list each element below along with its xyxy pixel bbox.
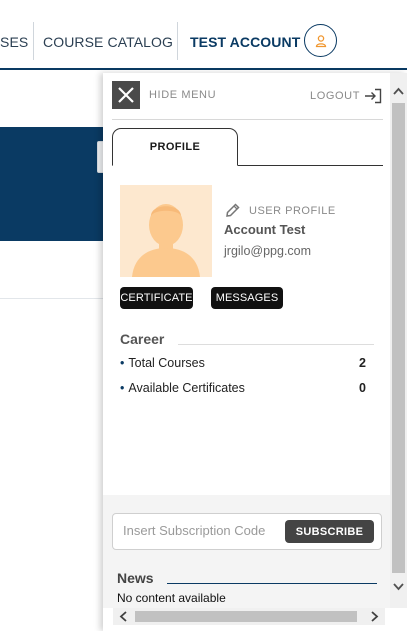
user-menu-panel: HIDE MENU LOGOUT PROFILE USER PROFILE Ac… <box>103 73 407 631</box>
logout-icon <box>365 88 382 104</box>
nav-separator <box>177 22 178 60</box>
bullet: • <box>120 356 125 370</box>
stat-row-total-courses: • Total Courses 2 <box>120 356 366 370</box>
vertical-scrollbar[interactable] <box>390 73 407 608</box>
news-empty-text: No content available <box>117 591 226 605</box>
user-name: Account Test <box>224 222 306 237</box>
hide-menu-label[interactable]: HIDE MENU <box>149 89 216 101</box>
user-email: jrgilo@ppg.com <box>224 244 312 258</box>
nav-courses[interactable]: SES <box>0 34 28 50</box>
nav-test-account[interactable]: TEST ACCOUNT <box>190 34 300 50</box>
panel-divider <box>112 119 383 120</box>
news-divider <box>167 583 377 584</box>
pencil-icon <box>226 203 240 217</box>
news-heading: News <box>117 570 154 586</box>
certificate-button[interactable]: CERTIFICATE <box>120 287 193 309</box>
scroll-right-arrow[interactable] <box>365 608 385 625</box>
stat-label: Total Courses <box>128 356 205 370</box>
user-icon <box>315 34 326 47</box>
app-root: SES COURSE CATALOG TEST ACCOUNT HIDE MEN… <box>0 0 407 631</box>
career-divider <box>178 344 374 345</box>
stat-row-available-certificates: • Available Certificates 0 <box>120 381 366 395</box>
chevron-down-icon <box>393 583 404 591</box>
profile-photo <box>120 185 212 277</box>
horizontal-scrollbar[interactable] <box>113 608 385 625</box>
scroll-down-arrow[interactable] <box>390 577 407 597</box>
stat-value: 2 <box>359 356 366 370</box>
horizontal-scrollbar-thumb[interactable] <box>135 611 357 622</box>
stat-label-container: • Available Certificates <box>120 381 245 395</box>
scroll-up-arrow[interactable] <box>390 81 407 101</box>
stat-label-container: • Total Courses <box>120 356 205 370</box>
nav-course-catalog[interactable]: COURSE CATALOG <box>43 34 173 50</box>
stat-value: 0 <box>359 381 366 395</box>
page-divider <box>0 298 104 299</box>
bullet: • <box>120 381 125 395</box>
scroll-left-arrow[interactable] <box>113 608 133 625</box>
panel-footer: SUBSCRIBE News No content available <box>103 495 390 608</box>
messages-button[interactable]: MESSAGES <box>211 287 283 309</box>
logout-link[interactable]: LOGOUT <box>310 88 382 104</box>
subscribe-button[interactable]: SUBSCRIBE <box>285 520 374 543</box>
hero-banner <box>0 127 104 241</box>
chevron-left-icon <box>119 611 127 622</box>
top-navigation: SES COURSE CATALOG TEST ACCOUNT <box>0 0 407 70</box>
edit-profile-link[interactable]: USER PROFILE <box>224 202 336 219</box>
nav-separator <box>33 22 34 60</box>
subscription-box: SUBSCRIBE <box>112 513 382 550</box>
chevron-up-icon <box>393 87 404 95</box>
close-icon <box>118 87 134 103</box>
avatar-placeholder-icon <box>132 204 200 277</box>
chevron-right-icon <box>371 611 379 622</box>
tab-profile[interactable]: PROFILE <box>112 128 238 166</box>
account-avatar-button[interactable] <box>304 24 337 57</box>
career-heading: Career <box>120 331 165 347</box>
stat-label: Available Certificates <box>128 381 245 395</box>
subscription-code-input[interactable] <box>123 523 283 538</box>
logout-label: LOGOUT <box>310 90 361 102</box>
edit-profile-label: USER PROFILE <box>249 204 336 217</box>
hide-menu-button[interactable] <box>112 81 140 109</box>
vertical-scrollbar-thumb[interactable] <box>392 103 405 573</box>
